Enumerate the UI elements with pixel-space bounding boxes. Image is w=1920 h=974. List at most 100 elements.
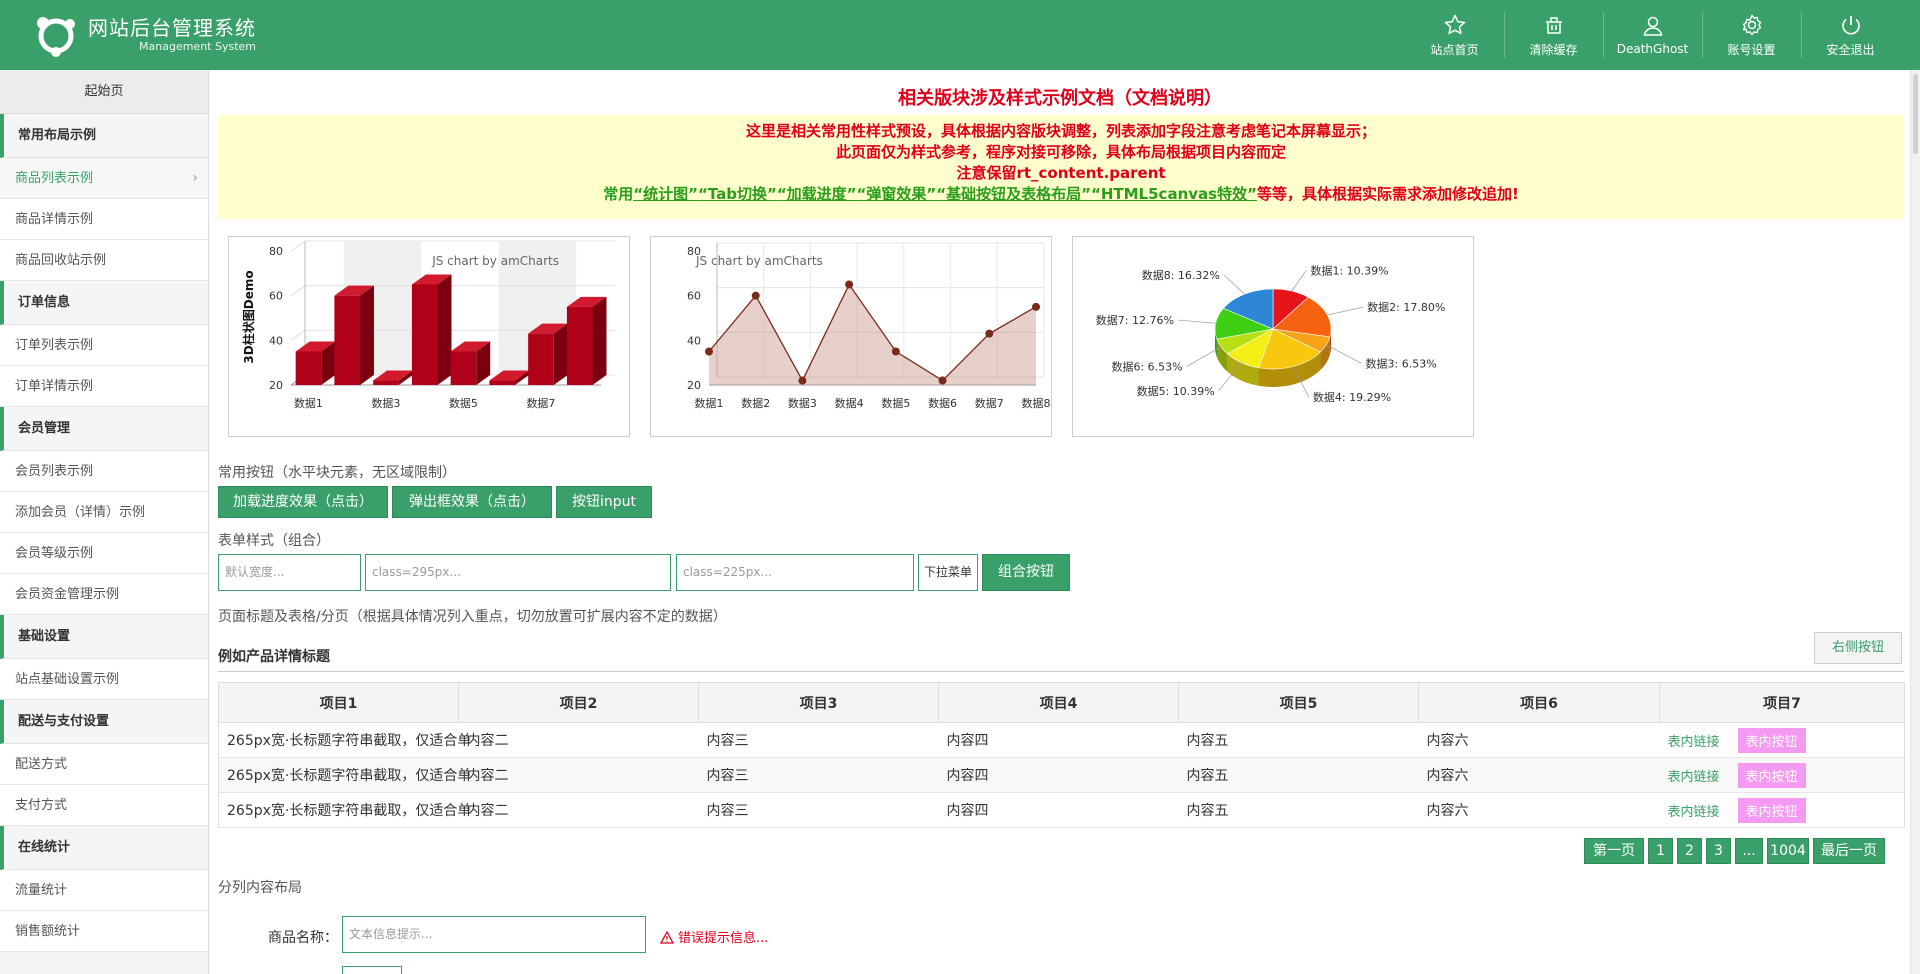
bar-side <box>359 285 374 385</box>
width-295-input[interactable]: class=295px... <box>365 554 671 591</box>
gear-icon <box>1742 14 1761 35</box>
table-button[interactable]: 表内按钮 <box>1737 762 1806 788</box>
pie-label-line <box>1223 274 1245 295</box>
x-tick-label: 数据1 <box>294 396 323 410</box>
notice-link[interactable]: “HTML5canvas特效” <box>1091 185 1257 203</box>
vertical-scrollbar[interactable] <box>1910 70 1920 974</box>
dropdown-menu[interactable]: 下拉菜单 <box>918 554 978 591</box>
product-name-input[interactable]: 文本信息提示... <box>342 916 646 953</box>
sidebar-item-product-recycle[interactable]: 商品回收站示例 <box>0 240 208 281</box>
star-icon <box>1444 14 1465 34</box>
table-cell: 内容四 <box>938 792 1179 828</box>
sidebar-group-statistics[interactable]: 在线统计 <box>0 826 208 870</box>
pagination-first[interactable]: 第一页 <box>1584 838 1644 864</box>
table-link[interactable]: 表内链接 <box>1668 735 1720 750</box>
sidebar-item-member-funds[interactable]: 会员资金管理示例 <box>0 574 208 615</box>
pagination-page[interactable]: 2 <box>1677 838 1702 864</box>
pie-label: 数据4: 19.29% <box>1313 390 1391 404</box>
pie-label: 数据8: 16.32% <box>1142 268 1220 282</box>
right-side-button[interactable]: 右侧按钮 <box>1814 632 1902 664</box>
table-row: 265px宽·长标题字符串截取，仅适合单 内容二 内容三 内容四 内容五 内容六… <box>218 757 1905 793</box>
notice-link[interactable]: “统计图” <box>633 185 698 203</box>
table-link[interactable]: 表内链接 <box>1668 770 1720 785</box>
sidebar-item-sales[interactable]: 销售额统计 <box>0 911 208 952</box>
default-width-input[interactable]: 默认宽度... <box>218 554 361 591</box>
sidebar-group-delivery-payment[interactable]: 配送与支付设置 <box>0 700 208 744</box>
sidebar-item-traffic[interactable]: 流量统计 <box>0 870 208 911</box>
grid-line <box>290 285 306 297</box>
nav-account-settings[interactable]: 账号设置 <box>1702 0 1801 70</box>
sidebar-item-delivery[interactable]: 配送方式 <box>0 744 208 785</box>
notice-prefix: 常用 <box>603 185 634 203</box>
x-tick-label: 数据3 <box>788 396 817 410</box>
table-link[interactable]: 表内链接 <box>1668 805 1720 820</box>
nav-user[interactable]: DeathGhost <box>1603 0 1702 70</box>
nav-site-home[interactable]: 站点首页 <box>1405 0 1504 70</box>
popup-button[interactable]: 弹出框效果（点击） <box>392 486 552 518</box>
sidebar-item-label: 商品列表示例 <box>15 171 94 186</box>
table-row: 265px宽·长标题字符串截取，仅适合单 内容二 内容三 内容四 内容五 内容六… <box>218 792 1905 828</box>
x-tick-label: 数据6 <box>928 396 957 410</box>
notice-line: 此页面仅为样式参考，程序对接可移除，具体布局根据项目内容而定 <box>835 143 1286 161</box>
pagination-page[interactable]: 1 <box>1648 838 1673 864</box>
table-cell: 内容六 <box>1418 722 1660 758</box>
sidebar-item-member-list[interactable]: 会员列表示例 <box>0 451 208 492</box>
sidebar-group-members[interactable]: 会员管理 <box>0 407 208 451</box>
x-tick-label: 数据8 <box>1022 396 1051 410</box>
notice-line: 常用“统计图”“Tab切换”“加载进度”“弹窗效果”“基础按钮及表格布局”“HT… <box>218 184 1904 205</box>
table-header-cell: 项目1 <box>218 682 459 723</box>
pie-chart-panel: 数据1: 10.39% 数据2: 17.80% 数据3: 6.53% 数据4: 19.… <box>1072 236 1474 437</box>
width-225-input[interactable]: class=225px... <box>676 554 914 591</box>
pie-label: 数据3: 6.53% <box>1366 356 1437 370</box>
next-input[interactable] <box>342 966 402 974</box>
sidebar-item-site-settings[interactable]: 站点基础设置示例 <box>0 659 208 700</box>
bar <box>566 306 593 385</box>
table-button[interactable]: 表内按钮 <box>1737 727 1806 753</box>
sidebar-home[interactable]: 起始页 <box>0 70 208 114</box>
sidebar-item-payment[interactable]: 支付方式 <box>0 785 208 826</box>
group-button[interactable]: 组合按钮 <box>982 554 1070 591</box>
scrollbar-thumb[interactable] <box>1913 74 1918 154</box>
x-tick-label: 数据5 <box>449 396 478 410</box>
pagination-page[interactable]: 1004 <box>1767 838 1809 864</box>
sidebar-item-order-detail[interactable]: 订单详情示例 <box>0 366 208 407</box>
table-header-cell: 项目3 <box>698 682 939 723</box>
grid-line <box>290 329 306 341</box>
x-tick-label: 数据3 <box>371 396 400 410</box>
sidebar-group-orders[interactable]: 订单信息 <box>0 281 208 325</box>
sidebar-item-member-level[interactable]: 会员等级示例 <box>0 533 208 574</box>
table-cell: 内容二 <box>458 792 699 828</box>
notice-line: 注意保留rt_content.parent <box>956 164 1166 182</box>
table-header-cell: 项目6 <box>1418 682 1660 723</box>
data-point <box>705 347 713 356</box>
sidebar-group-layout[interactable]: 常用布局示例 <box>0 114 208 158</box>
sidebar-item-order-list[interactable]: 订单列表示例 <box>0 325 208 366</box>
chart-watermark: JS chart by amCharts <box>695 254 823 268</box>
notice-link[interactable]: “Tab切换” <box>698 185 777 203</box>
pagination-last[interactable]: 最后一页 <box>1813 838 1885 864</box>
sidebar-item-product-detail[interactable]: 商品详情示例 <box>0 199 208 240</box>
sidebar-item-add-member[interactable]: 添加会员（详情）示例 <box>0 492 208 533</box>
pagination-page[interactable]: 3 <box>1706 838 1731 864</box>
notice-link[interactable]: “基础按钮及表格布局” <box>936 185 1091 203</box>
y-tick-label: 60 <box>687 290 701 303</box>
sidebar: 起始页 常用布局示例 商品列表示例 › 商品详情示例 商品回收站示例 订单信息 … <box>0 70 209 974</box>
pagination-ellipsis[interactable]: ... <box>1735 838 1763 864</box>
sidebar-group-basic-settings[interactable]: 基础设置 <box>0 615 208 659</box>
bar <box>373 380 399 385</box>
notice-link[interactable]: “加载进度” <box>777 185 857 203</box>
sidebar-item-product-list[interactable]: 商品列表示例 › <box>0 158 208 199</box>
table-row: 265px宽·长标题字符串截取，仅适合单 内容二 内容三 内容四 内容五 内容六… <box>218 722 1905 758</box>
table-header-cell: 项目2 <box>458 682 699 723</box>
notice-link[interactable]: “弹窗效果” <box>857 185 937 203</box>
table-button[interactable]: 表内按钮 <box>1737 797 1806 823</box>
app-title: 网站后台管理系统 <box>88 16 256 40</box>
error-text: 错误提示信息... <box>678 931 769 946</box>
pie-chart: 数据1: 10.39% 数据2: 17.80% 数据3: 6.53% 数据4: 19.… <box>1096 263 1445 404</box>
bar <box>450 351 477 385</box>
pie-label-line <box>1327 306 1364 316</box>
input-button[interactable]: 按钮input <box>556 486 652 518</box>
load-progress-button[interactable]: 加载进度效果（点击） <box>218 486 388 518</box>
nav-clear-cache[interactable]: 清除缓存 <box>1504 0 1603 70</box>
nav-logout[interactable]: 安全退出 <box>1801 0 1900 70</box>
